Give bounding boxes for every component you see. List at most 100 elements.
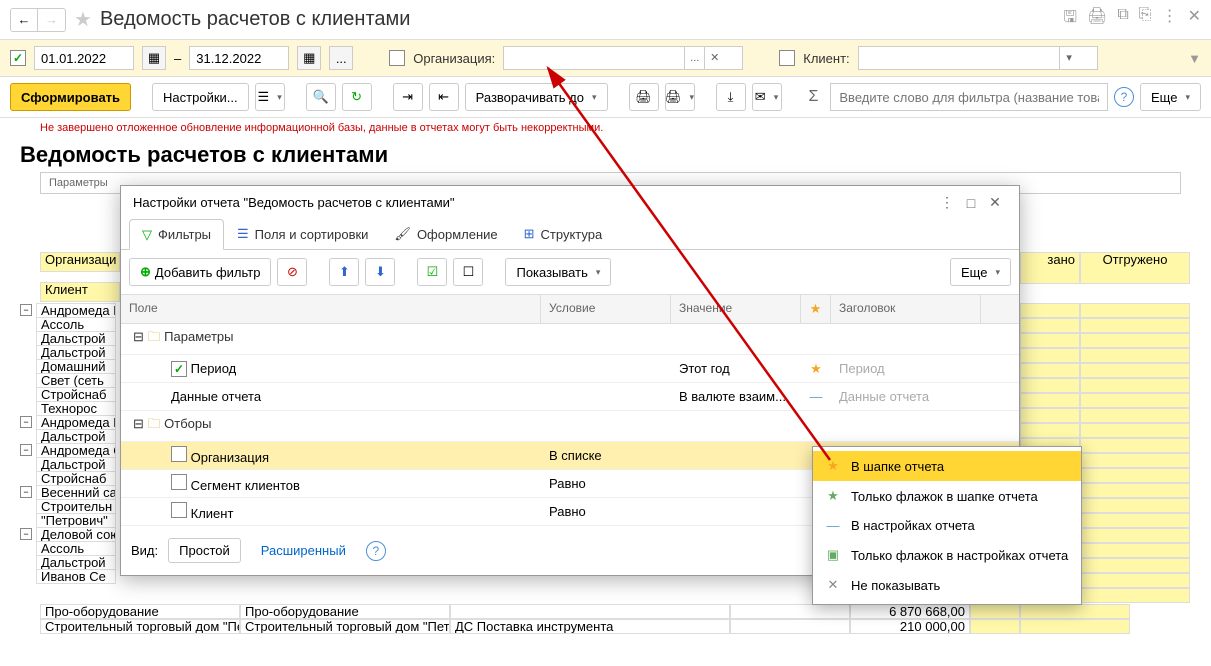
download-button[interactable]: ⤓ — [716, 83, 746, 111]
seg-row-checkbox[interactable] — [171, 474, 187, 490]
collapse-button[interactable]: ⇥ — [393, 83, 423, 111]
help-button[interactable]: ? — [1114, 87, 1134, 107]
org-input[interactable] — [504, 47, 684, 69]
date-from-input[interactable] — [34, 46, 134, 70]
table-row[interactable]: −Весенний сад — [20, 485, 120, 499]
org-checkbox[interactable] — [389, 50, 405, 66]
modal-more-button[interactable]: Еще▾ — [950, 258, 1011, 286]
more-button[interactable]: Еще▾ — [1140, 83, 1201, 111]
print-button[interactable]: 🖨 — [629, 83, 659, 111]
table-row[interactable]: Дальстрой — [20, 457, 120, 471]
popup-item[interactable]: ✕Не показывать — [813, 570, 1081, 600]
org-lookup-button[interactable]: ... — [684, 47, 704, 69]
tab-design[interactable]: 🖌Оформление — [381, 219, 510, 249]
table-row[interactable]: "Петрович" — [20, 513, 120, 527]
org-row-checkbox[interactable] — [171, 446, 187, 462]
star-icon[interactable]: ★ — [810, 361, 822, 376]
dash-icon[interactable]: — — [810, 389, 823, 404]
table-row[interactable]: −Андромеда С — [20, 443, 120, 457]
popup-item[interactable]: ★В шапке отчета — [813, 451, 1081, 481]
more-menu-icon[interactable]: ⋮ — [1162, 6, 1178, 33]
table-row[interactable]: Домашний — [20, 359, 120, 373]
modal-help-button[interactable]: ? — [366, 541, 386, 561]
folder-icon: 🗀 — [148, 329, 161, 344]
row-period[interactable]: Период Этот год ★ Период — [121, 355, 1019, 383]
add-filter-button[interactable]: ⊕Добавить фильтр — [129, 258, 271, 286]
modal-close-icon[interactable]: ✕ — [983, 194, 1007, 211]
preview-icon[interactable]: ⧉ — [1117, 6, 1128, 33]
table-row[interactable]: Про-оборудованиеПро-оборудование6 870 66… — [40, 604, 1190, 619]
table-row[interactable]: Строительн — [20, 499, 120, 513]
view-extended-button[interactable]: Расширенный — [251, 539, 356, 562]
sigma-icon[interactable]: Σ — [809, 88, 819, 106]
nav-forward-button[interactable]: → — [38, 8, 66, 32]
calendar-to-icon[interactable]: ▦ — [297, 46, 321, 70]
expand-button[interactable]: ⇤ — [429, 83, 459, 111]
close-icon[interactable]: ✕ — [1188, 6, 1201, 33]
search-button[interactable]: 🔍 — [306, 83, 336, 111]
tab-fields[interactable]: ☰Поля и сортировки — [224, 219, 381, 249]
period-row-checkbox[interactable] — [171, 361, 187, 377]
table-row[interactable]: Ассоль — [20, 317, 120, 331]
modal-maximize-icon[interactable]: □ — [959, 195, 983, 211]
table-row[interactable]: Стройснаб — [20, 387, 120, 401]
link-icon[interactable]: ⎘ — [1139, 6, 1152, 33]
table-row[interactable]: −Андромеда П — [20, 415, 120, 429]
expand-to-button[interactable]: Разворачивать до▾ — [465, 83, 608, 111]
popup-item[interactable]: ▣Только флажок в настройках отчета — [813, 540, 1081, 570]
table-row[interactable]: Дальстрой — [20, 555, 120, 569]
org-clear-button[interactable]: ✕ — [704, 47, 724, 69]
client-dropdown-button[interactable]: ▾ — [1059, 47, 1079, 69]
check-all-button[interactable]: ☑ — [417, 258, 447, 286]
filter-tab-icon: ▽ — [142, 227, 152, 243]
table-row[interactable]: −Андромеда П — [20, 303, 120, 317]
modal-menu-icon[interactable]: ⋮ — [935, 194, 959, 211]
email-button[interactable]: ✉▾ — [752, 83, 782, 111]
refresh-button[interactable]: ↻ — [342, 83, 372, 111]
group-params[interactable]: ⊟ 🗀 Параметры — [121, 324, 1019, 355]
view-simple-button[interactable]: Простой — [168, 538, 241, 563]
table-row[interactable]: Строительный торговый дом "Петрович"Стро… — [40, 619, 1190, 634]
form-button[interactable]: Сформировать — [10, 83, 131, 111]
move-up-button[interactable]: ⬆ — [329, 258, 359, 286]
client-combo[interactable]: ▾ — [858, 46, 1098, 70]
show-button[interactable]: Показывать▾ — [505, 258, 611, 286]
popup-item[interactable]: —В настройках отчета — [813, 511, 1081, 540]
table-row[interactable]: Дальстрой — [20, 331, 120, 345]
date-picker-button[interactable]: ... — [329, 46, 353, 70]
org-combo[interactable]: ... ✕ — [503, 46, 743, 70]
client-checkbox[interactable] — [779, 50, 795, 66]
favorite-star-icon[interactable]: ★ — [74, 7, 92, 32]
delete-button[interactable]: ⊘ — [277, 258, 307, 286]
table-row[interactable]: Дальстрой — [20, 429, 120, 443]
table-row[interactable]: −Деловой сою — [20, 527, 120, 541]
filter-funnel-icon[interactable]: ▼ — [1188, 51, 1201, 66]
table-row[interactable]: Иванов Се — [20, 569, 120, 583]
nav-back-button[interactable]: ← — [10, 8, 38, 32]
grid-hdr-cond: Условие — [541, 295, 671, 323]
table-row[interactable]: Технорос — [20, 401, 120, 415]
settings-options-button[interactable]: ☰▾ — [255, 83, 285, 111]
tab-filters[interactable]: ▽Фильтры — [129, 219, 224, 250]
tab-structure[interactable]: ⊞Структура — [511, 219, 616, 249]
popup-item[interactable]: ★Только флажок в шапке отчета — [813, 481, 1081, 511]
client-row-checkbox[interactable] — [171, 502, 187, 518]
save-icon[interactable]: 🖫 — [1063, 6, 1077, 33]
settings-button[interactable]: Настройки... — [152, 83, 249, 111]
group-filters[interactable]: ⊟ 🗀 Отборы — [121, 411, 1019, 442]
print-icon[interactable]: 🖨 — [1087, 6, 1107, 33]
client-input[interactable] — [859, 47, 1059, 69]
table-row[interactable]: Ассоль — [20, 541, 120, 555]
print-options-button[interactable]: 🖨▾ — [665, 83, 695, 111]
table-row[interactable]: Дальстрой — [20, 345, 120, 359]
table-row[interactable]: Стройснаб — [20, 471, 120, 485]
filter-search-input[interactable] — [830, 83, 1108, 111]
warning-text: Не завершено отложенное обновление инфор… — [0, 118, 1211, 138]
date-to-input[interactable] — [189, 46, 289, 70]
table-row[interactable]: Свет (сеть — [20, 373, 120, 387]
move-down-button[interactable]: ⬇ — [365, 258, 395, 286]
calendar-from-icon[interactable]: ▦ — [142, 46, 166, 70]
period-checkbox[interactable] — [10, 50, 26, 66]
row-data[interactable]: Данные отчета В валюте взаим... — Данные… — [121, 383, 1019, 411]
uncheck-all-button[interactable]: ☐ — [453, 258, 483, 286]
